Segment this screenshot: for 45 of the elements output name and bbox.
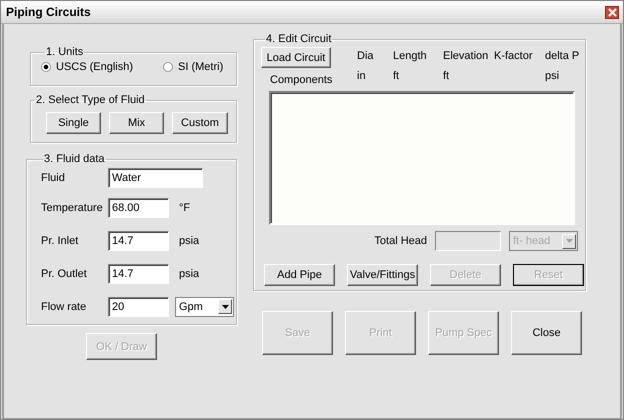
field-label: Pr. Outlet (40, 268, 88, 280)
unit-label: psi (545, 70, 560, 82)
radio-option[interactable]: USCS (English) (41, 61, 134, 73)
field-label: Flow rate (40, 300, 88, 312)
column-header: Elevation (443, 50, 490, 62)
input-field[interactable]: 20 (108, 296, 169, 316)
radio-icon[interactable] (41, 62, 51, 72)
unit-label: psia (179, 268, 200, 280)
unit-label: ft (393, 70, 400, 82)
close-icon[interactable] (605, 6, 619, 18)
radio-option[interactable]: SI (Metri) (163, 61, 224, 73)
fluid-type-button[interactable]: Custom (172, 112, 228, 134)
fluid-type-button[interactable]: Single (46, 112, 101, 134)
input-field[interactable]: 14.7 (108, 264, 169, 284)
radio-icon[interactable] (163, 62, 174, 72)
unit-label: in (357, 70, 367, 82)
input-field[interactable]: 68.00 (108, 198, 169, 218)
circuit-button[interactable]: Valve/Fittings (347, 264, 418, 286)
radio-label: SI (Metri) (178, 61, 224, 73)
circuit-button[interactable]: Add Pipe (264, 264, 335, 286)
group-label: 4. Edit Circuit (265, 33, 332, 45)
column-header: Components (270, 74, 334, 86)
group-label: 1. Units (45, 46, 84, 58)
unit-label: ft (443, 70, 450, 82)
window-title: Piping Circuits (6, 5, 91, 19)
field-label: Temperature (40, 202, 104, 214)
input-field[interactable]: Water (108, 168, 203, 188)
radio-label: USCS (English) (56, 61, 134, 73)
input-field[interactable]: 14.7 (108, 230, 169, 250)
fluid-type-button[interactable]: Mix (109, 112, 164, 134)
unit-dropdown[interactable]: Gpm (175, 296, 234, 316)
load-circuit-button[interactable]: Load Circuit (261, 47, 331, 68)
field-label: Fluid (40, 172, 66, 184)
action-button[interactable]: Close (511, 311, 582, 355)
field-label: Pr. Inlet (40, 234, 80, 246)
column-header: K-factor (494, 50, 534, 62)
components-list[interactable] (269, 91, 575, 225)
column-header: Length (393, 50, 428, 62)
group-label: 3. Fluid data (43, 153, 106, 165)
unit-label: °F (179, 202, 190, 214)
column-header: delta P (545, 50, 580, 62)
group-label: 2. Select Type of Fluid (35, 94, 146, 106)
column-header: Dia (357, 50, 375, 62)
total-head-label: Total Head (374, 235, 427, 247)
unit-label: psia (179, 234, 200, 246)
